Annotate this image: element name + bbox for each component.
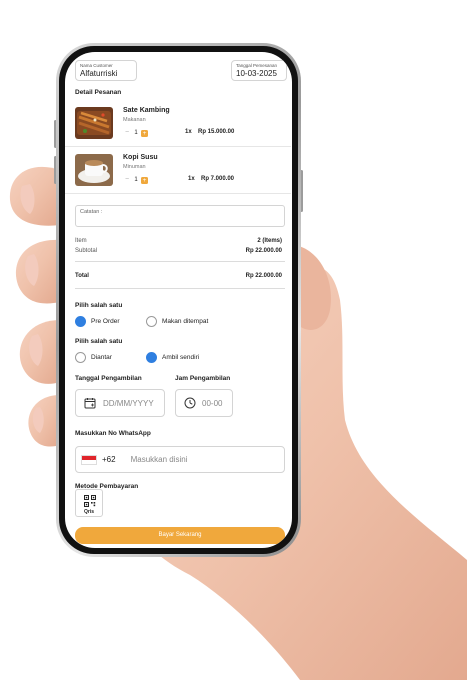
sate-kambing-image [75, 107, 113, 139]
pickup-time-placeholder: 00-00 [202, 398, 223, 408]
phone-bezel: Nama Customer Alfaturriski Tanggal Pemes… [59, 46, 298, 554]
subtotal-label: Subtotal [75, 248, 98, 254]
item-price: Rp 15.000.00 [198, 129, 235, 135]
minus-icon[interactable]: − [123, 129, 131, 137]
whatsapp-input[interactable]: +62 Masukkan disini [75, 446, 285, 473]
order-item-row: Sate Kambing Makanan − 1 + 1x Rp 15.000.… [65, 101, 291, 147]
pre-order-radio[interactable] [75, 316, 86, 327]
pickup-time-input[interactable]: 00-00 [175, 389, 233, 417]
pay-now-button[interactable]: Bayar Sekarang [75, 527, 285, 544]
total-divider [75, 288, 285, 289]
plus-icon[interactable]: + [141, 129, 148, 137]
item-count: 1x [188, 176, 195, 182]
self-pickup-radio[interactable] [146, 352, 157, 363]
plus-icon[interactable]: + [141, 176, 148, 184]
country-code: +62 [102, 455, 116, 464]
notes-input[interactable]: Catatan : [75, 205, 285, 227]
order-item-row: Kopi Susu Minuman − 1 + 1x Rp 7.000.00 [65, 148, 291, 194]
pre-order-label: Pre Order [91, 318, 120, 325]
customer-name-value: Alfaturriski [80, 69, 118, 78]
quantity-stepper: − 1 + [123, 176, 148, 184]
quantity-value: 1 [134, 177, 138, 183]
pickup-date-input[interactable]: DD/MM/YYYY [75, 389, 165, 417]
qr-code-icon [84, 495, 96, 507]
item-count-value: 2 (Items) [257, 238, 282, 244]
pickup-time-title: Jam Pengambilan [175, 375, 231, 382]
calendar-icon [84, 398, 96, 409]
item-category: Makanan [123, 117, 146, 123]
dine-in-radio[interactable] [146, 316, 157, 327]
pickup-type-title: Pilih salah satu [75, 338, 123, 345]
dine-in-label: Makan ditempat [162, 318, 209, 325]
pickup-date-placeholder: DD/MM/YYYY [103, 398, 154, 408]
phone-frame: Nama Customer Alfaturriski Tanggal Pemes… [56, 43, 301, 557]
indonesia-flag-icon [81, 454, 97, 465]
delivery-radio[interactable] [75, 352, 86, 363]
checkout-screen: Nama Customer Alfaturriski Tanggal Pemes… [65, 52, 292, 548]
total-value: Rp 22.000.00 [245, 273, 282, 279]
item-name: Sate Kambing [123, 107, 170, 114]
subtotal-value: Rp 22.000.00 [245, 248, 282, 254]
customer-name-field[interactable]: Nama Customer Alfaturriski [75, 60, 137, 81]
order-date-value: 10-03-2025 [236, 69, 277, 78]
whatsapp-placeholder: Masukkan disini [130, 455, 188, 464]
summary-divider [75, 261, 285, 262]
quantity-value: 1 [134, 130, 138, 136]
self-pickup-label: Ambil sendiri [162, 354, 200, 361]
order-date-field[interactable]: Tanggal Pemesanan 10-03-2025 [231, 60, 287, 81]
order-type-title: Pilih salah satu [75, 302, 123, 309]
qris-label: Qris [83, 509, 94, 515]
pickup-date-title: Tanggal Pengambilan [75, 375, 142, 382]
kopi-susu-image [75, 154, 113, 186]
item-count-label: Item [75, 238, 87, 244]
order-details-title: Detail Pesanan [75, 89, 122, 96]
quantity-stepper: − 1 + [123, 129, 148, 137]
item-count: 1x [185, 129, 192, 135]
qris-payment-option[interactable]: Qris [75, 489, 103, 517]
item-category: Minuman [123, 164, 146, 170]
minus-icon[interactable]: − [123, 176, 131, 184]
item-price: Rp 7.000.00 [201, 176, 235, 182]
total-label: Total [75, 273, 89, 279]
clock-icon [184, 397, 196, 409]
item-name: Kopi Susu [123, 154, 158, 161]
delivery-label: Diantar [91, 354, 112, 361]
whatsapp-title: Masukkan No WhatsApp [75, 430, 151, 437]
